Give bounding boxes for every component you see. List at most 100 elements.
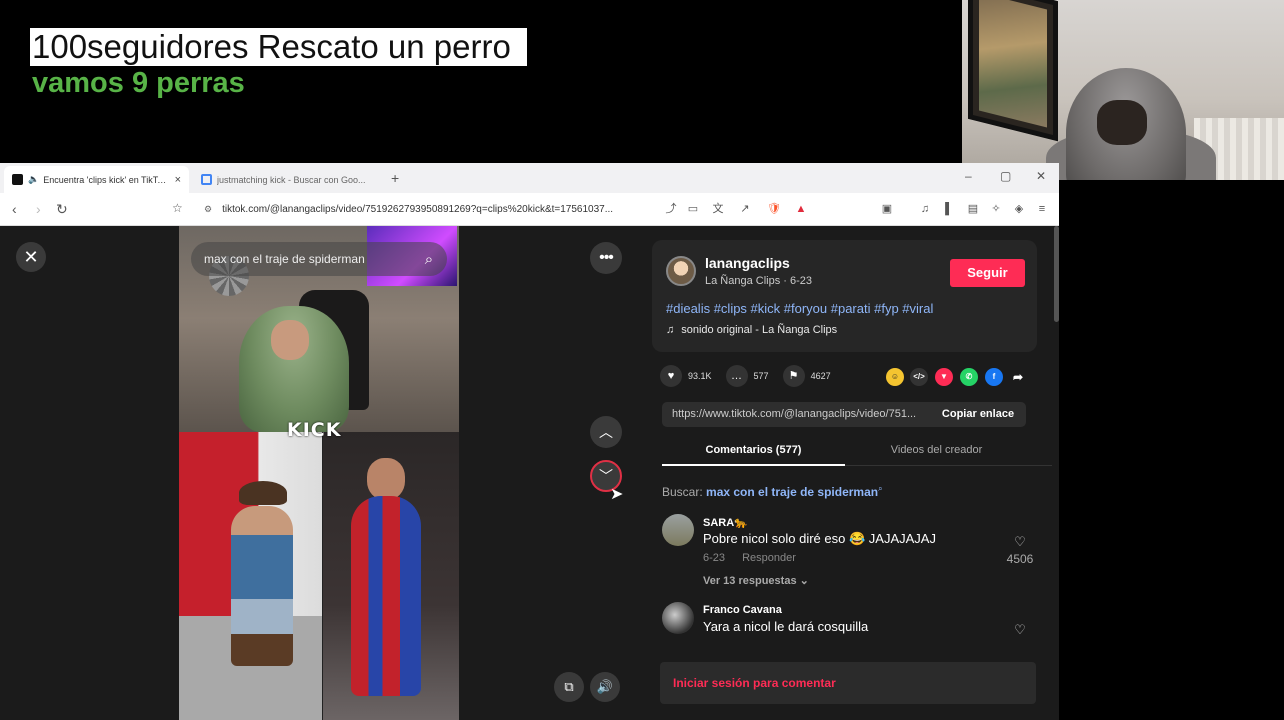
share-page-icon[interactable]: ⤴ bbox=[664, 202, 678, 216]
cast-icon[interactable]: ▭ bbox=[686, 202, 700, 216]
vpn-icon[interactable]: ◈ bbox=[1012, 202, 1026, 216]
tab-label: justmatching kick - Buscar con Goo... bbox=[217, 174, 366, 185]
send-icon[interactable]: ▼ bbox=[935, 368, 953, 386]
volume-button[interactable]: 🔊 bbox=[590, 672, 620, 702]
login-to-comment-button[interactable]: Iniciar sesión para comentar bbox=[660, 662, 1036, 704]
search-icon: ⌕ bbox=[878, 484, 883, 493]
tab-label: Encuentra 'clips kick' en TikTo... bbox=[43, 174, 169, 185]
share-arrow-icon[interactable]: ➦ bbox=[1009, 368, 1027, 386]
tab-bar: 🔈 Encuentra 'clips kick' en TikTo... × j… bbox=[0, 163, 1059, 193]
music-icon[interactable]: ♫ bbox=[918, 202, 932, 216]
wallet-icon[interactable]: ▤ bbox=[966, 202, 980, 216]
sidebar-toggle-icon[interactable]: ▣ bbox=[880, 202, 894, 216]
close-video-button[interactable]: ✕ bbox=[16, 242, 46, 272]
menu-icon[interactable]: ≡ bbox=[1035, 202, 1049, 216]
comment-like-count: 4506 bbox=[1006, 552, 1034, 566]
panel-scrollbar[interactable] bbox=[1054, 226, 1059, 322]
video-details-panel: lanangaclips La Ñanga Clips · 6-23 Segui… bbox=[640, 226, 1059, 720]
comment-username[interactable]: SARA🐆 bbox=[703, 516, 748, 529]
person-spiderman-suit bbox=[351, 496, 421, 696]
search-icon[interactable]: ⌕ bbox=[411, 251, 447, 268]
site-info-icon[interactable]: ⚙ bbox=[204, 204, 212, 215]
video-sound[interactable]: ♫ sonido original - La Ñanga Clips bbox=[666, 324, 837, 336]
heart-icon[interactable]: ♡ bbox=[1012, 622, 1028, 638]
new-tab-button[interactable]: + bbox=[391, 170, 399, 186]
avatar[interactable] bbox=[662, 602, 694, 634]
person-face bbox=[271, 320, 309, 360]
whatsapp-icon[interactable]: ✆ bbox=[960, 368, 978, 386]
comment-date: 6-23 bbox=[703, 552, 726, 564]
like-count: 93.1K bbox=[688, 371, 712, 381]
comment-text: Pobre nicol solo diré eso 😂 JAJAJAJAJ bbox=[703, 531, 936, 546]
video-hashtags[interactable]: #diealis #clips #kick #foryou #parati #f… bbox=[666, 301, 933, 316]
brave-shields-icon[interactable]: 🛡 bbox=[767, 202, 781, 216]
floating-player-button[interactable]: ⧉ bbox=[554, 672, 584, 702]
stream-subtitle-overlay: vamos 9 perras bbox=[32, 67, 245, 99]
tiktok-favicon-icon bbox=[12, 174, 23, 185]
person-face bbox=[367, 458, 405, 500]
tab-creator-videos[interactable]: Videos del creador bbox=[845, 444, 1028, 456]
previous-video-button[interactable]: ︿ bbox=[590, 416, 622, 448]
view-replies-button[interactable]: Ver 13 respuestas ⌄ bbox=[703, 574, 809, 587]
tab-tiktok[interactable]: 🔈 Encuentra 'clips kick' en TikTo... × bbox=[4, 166, 189, 193]
video-player[interactable]: KICK max con el traje de spiderman ⌕ bbox=[179, 226, 459, 720]
avatar[interactable] bbox=[666, 256, 696, 286]
cowboy-hat bbox=[239, 481, 287, 505]
comment-username[interactable]: Franco Cavana bbox=[703, 604, 782, 616]
more-options-button[interactable]: ••• bbox=[590, 242, 622, 274]
mouse-cursor-icon: ➤ bbox=[610, 486, 624, 503]
wall-painting bbox=[968, 0, 1058, 142]
reader-icon[interactable]: ▌ bbox=[942, 202, 956, 216]
search-term: max con el traje de spiderman bbox=[706, 485, 879, 499]
share-link-url[interactable]: https://www.tiktok.com/@lanangaclips/vid… bbox=[672, 408, 927, 420]
tab-google[interactable]: justmatching kick - Buscar con Goo... bbox=[193, 166, 383, 193]
comment-text: Yara a nicol le dará cosquilla bbox=[703, 619, 869, 634]
follow-button[interactable]: Seguir bbox=[950, 259, 1025, 287]
share-icon[interactable]: ↗ bbox=[738, 202, 752, 216]
search-suggestion[interactable]: Buscar: max con el traje de spiderman⌕ bbox=[662, 484, 883, 499]
panel-tabs: Comentarios (577) Videos del creador bbox=[662, 438, 1052, 466]
reply-button[interactable]: Responder bbox=[742, 552, 796, 564]
video-overlay-text: KICK bbox=[287, 419, 342, 441]
video-search-bar[interactable]: max con el traje de spiderman ⌕ bbox=[191, 242, 447, 276]
list-item: Franco Cavana Yara a nicol le dará cosqu… bbox=[662, 602, 1042, 647]
browser-window: 🔈 Encuentra 'clips kick' en TikTo... × j… bbox=[0, 163, 1059, 720]
url-text: tiktok.com/@lanangaclips/video/751926279… bbox=[222, 204, 614, 215]
avatar[interactable] bbox=[662, 514, 694, 546]
streamer-face bbox=[1097, 100, 1147, 145]
facebook-icon[interactable]: f bbox=[985, 368, 1003, 386]
brave-rewards-icon[interactable]: ▲ bbox=[794, 202, 808, 216]
leo-icon[interactable]: ✧ bbox=[989, 202, 1003, 216]
google-favicon-icon bbox=[201, 174, 212, 185]
webcam-feed bbox=[962, 0, 1284, 180]
forward-icon[interactable]: › bbox=[36, 201, 41, 217]
restore-icon[interactable]: ▢ bbox=[1000, 169, 1011, 183]
share-link-row: https://www.tiktok.com/@lanangaclips/vid… bbox=[662, 402, 1026, 427]
minimize-icon[interactable]: – bbox=[965, 169, 972, 183]
bookmark-icon[interactable]: ⚑ bbox=[782, 365, 805, 387]
comment-icon[interactable]: … bbox=[725, 365, 748, 387]
like-icon[interactable]: ♥ bbox=[660, 365, 682, 387]
translate-icon[interactable]: 文 bbox=[711, 202, 725, 216]
video-search-query: max con el traje de spiderman bbox=[204, 252, 365, 266]
stream-title-overlay: 100seguidores Rescato un perro bbox=[30, 28, 527, 66]
copy-link-button[interactable]: Copiar enlace bbox=[930, 402, 1026, 427]
heart-icon[interactable]: ♡ bbox=[1012, 534, 1028, 550]
back-icon[interactable]: ‹ bbox=[12, 201, 17, 217]
save-count: 4627 bbox=[810, 371, 831, 381]
tab-comments[interactable]: Comentarios (577) bbox=[662, 444, 845, 466]
embed-icon[interactable]: </> bbox=[910, 368, 928, 386]
window-close-icon[interactable]: ✕ bbox=[1036, 169, 1046, 183]
person-cowboy bbox=[231, 506, 293, 666]
coin-icon[interactable]: ☺ bbox=[886, 368, 904, 386]
address-bar[interactable]: ⚙ tiktok.com/@lanangaclips/video/7519262… bbox=[196, 198, 664, 221]
music-note-icon: ♫ bbox=[666, 324, 675, 336]
tiktok-page: ✕ KICK max con el traje de spiderman ⌕ •… bbox=[0, 226, 1059, 720]
tab-close-icon[interactable]: × bbox=[175, 174, 181, 186]
creator-card: lanangaclips La Ñanga Clips · 6-23 Segui… bbox=[652, 240, 1037, 352]
sound-label: sonido original - La Ñanga Clips bbox=[681, 324, 838, 336]
reload-icon[interactable]: ↻ bbox=[56, 201, 68, 218]
bookmark-icon[interactable]: ☆ bbox=[172, 201, 183, 215]
search-prefix: Buscar: bbox=[662, 485, 703, 499]
creator-username[interactable]: lanangaclips bbox=[705, 255, 790, 271]
